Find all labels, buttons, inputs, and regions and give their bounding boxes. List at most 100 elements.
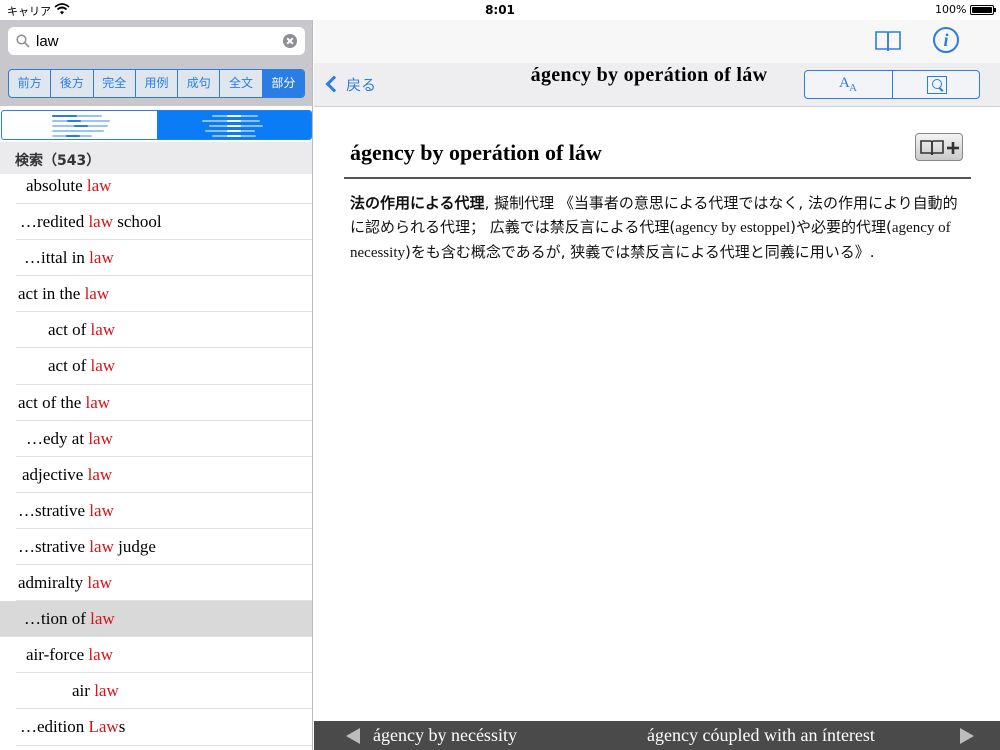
- result-prefix: …ittal in: [24, 248, 90, 268]
- result-prefix: air: [72, 681, 95, 701]
- prev-entry-link[interactable]: ágency by necéssity: [373, 725, 517, 746]
- result-prefix: …edition: [20, 717, 89, 737]
- clear-icon[interactable]: [283, 34, 297, 48]
- result-highlight: law: [88, 645, 113, 665]
- result-prefix: admiralty: [18, 573, 88, 593]
- cross-reference[interactable]: agency by estoppel: [675, 220, 790, 236]
- view-options: AA: [804, 70, 980, 99]
- next-entry-link[interactable]: ágency cóupled with an ínterest: [647, 725, 875, 746]
- result-text: …edition Laws: [20, 717, 125, 737]
- mode-tab[interactable]: 成句: [178, 70, 221, 97]
- mode-tab[interactable]: 完全: [94, 70, 136, 97]
- document-search-icon: [926, 76, 947, 94]
- entry-headword: ágency by operátion of láw: [350, 140, 602, 165]
- result-suffix: judge: [113, 536, 156, 556]
- result-prefix: act of: [48, 320, 91, 340]
- result-highlight: law: [90, 356, 116, 376]
- result-row[interactable]: air-force law: [16, 637, 312, 674]
- nav-title: ágency by operátion of láw: [530, 64, 768, 86]
- result-highlight: law: [86, 176, 112, 195]
- entry-navigation-bar: ágency by necéssity ágency cóupled with …: [314, 721, 1000, 750]
- mode-tab[interactable]: 前方: [9, 70, 52, 97]
- result-highlight: Law: [88, 717, 119, 737]
- result-text: air-force law: [26, 645, 113, 665]
- detail-pane: i 戻る ágency by operátion of láw AA ágenc…: [314, 20, 1000, 750]
- list-view-button[interactable]: [2, 111, 157, 139]
- result-highlight: law: [88, 428, 113, 448]
- search-box[interactable]: [8, 27, 305, 55]
- definition-translation: 法の作用による代理: [350, 194, 485, 212]
- result-row[interactable]: …strative law judge: [16, 529, 312, 566]
- result-text: admiralty law: [18, 573, 112, 593]
- result-prefix: …edy at: [26, 428, 89, 448]
- result-text: …edy at law: [26, 429, 113, 449]
- entry-definition: 法の作用による代理, 擬制代理 《当事者の意思による代理ではなく, 法の作用によ…: [350, 191, 965, 265]
- definition-text: )をも含む概念であるが, 狭義では禁反言による代理と同義に用いる》.: [404, 243, 875, 261]
- result-row[interactable]: …edition Laws: [16, 709, 312, 746]
- search-icon: [16, 34, 30, 48]
- result-text: …strative law: [18, 501, 114, 521]
- font-size-button[interactable]: AA: [805, 71, 893, 98]
- search-pane: 前方後方完全用例成句全文部分 検索（543）: [0, 20, 313, 750]
- result-row[interactable]: act of law: [16, 312, 312, 349]
- mode-tab[interactable]: 全文: [220, 70, 263, 97]
- result-highlight: law: [87, 464, 113, 484]
- result-text: …redited law school: [20, 212, 162, 232]
- result-suffix: school: [113, 212, 162, 232]
- result-highlight: law: [87, 573, 112, 593]
- result-highlight: law: [89, 500, 114, 520]
- result-row[interactable]: …edy at law: [16, 421, 312, 457]
- book-icon[interactable]: [875, 29, 901, 53]
- result-prefix: air-force: [26, 645, 89, 665]
- result-text: act in the law: [18, 284, 109, 304]
- search-input[interactable]: [36, 30, 276, 52]
- result-row[interactable]: air law: [16, 673, 312, 710]
- search-area: 前方後方完全用例成句全文部分: [0, 20, 312, 106]
- result-text: …ittal in law: [24, 248, 114, 268]
- result-row[interactable]: …tion of law: [0, 601, 312, 638]
- bookmark-add-button[interactable]: [915, 133, 963, 161]
- bookmark-add-icon: [920, 140, 959, 156]
- result-text: adjective law: [22, 465, 112, 485]
- definition-text: )や必要的代理(: [790, 218, 892, 236]
- result-row[interactable]: act of the law: [16, 385, 312, 421]
- result-row[interactable]: act of law: [16, 348, 312, 385]
- result-prefix: act in the: [18, 284, 85, 304]
- result-prefix: …redited: [20, 212, 89, 232]
- result-text: absolute law: [26, 176, 111, 196]
- mode-tab[interactable]: 後方: [51, 70, 94, 97]
- find-in-page-button[interactable]: [893, 71, 980, 98]
- prev-arrow-icon[interactable]: [346, 728, 360, 744]
- view-toggle: [1, 110, 312, 140]
- result-row[interactable]: …redited law school: [16, 204, 312, 241]
- back-button[interactable]: 戻る: [324, 73, 376, 95]
- result-highlight: law: [90, 320, 116, 340]
- back-label: 戻る: [346, 75, 377, 94]
- result-text: act of law: [48, 320, 115, 340]
- result-text: …strative law judge: [18, 537, 156, 557]
- mode-tab[interactable]: 部分: [262, 70, 304, 97]
- mode-tab[interactable]: 用例: [136, 70, 179, 97]
- result-highlight: law: [90, 609, 115, 629]
- result-list[interactable]: absolute law …redited law school …ittal in…: [0, 168, 312, 746]
- result-suffix: s: [118, 717, 126, 737]
- nav-bar: 戻る ágency by operátion of láw AA: [314, 63, 1000, 107]
- result-highlight: law: [84, 284, 110, 304]
- result-row[interactable]: admiralty law: [16, 565, 312, 602]
- result-highlight: law: [94, 681, 119, 701]
- centered-view-button[interactable]: [156, 111, 311, 139]
- top-toolbar: i: [314, 20, 1000, 63]
- result-row[interactable]: act in the law: [16, 276, 312, 313]
- result-row[interactable]: …strative law: [16, 493, 312, 529]
- result-row[interactable]: absolute law: [16, 168, 312, 205]
- status-bar: キャリア 8:01 100%: [0, 0, 1000, 20]
- next-arrow-icon[interactable]: [960, 728, 974, 744]
- result-highlight: law: [85, 392, 111, 412]
- result-row[interactable]: adjective law: [16, 457, 312, 493]
- result-prefix: absolute: [26, 176, 87, 195]
- result-highlight: law: [89, 248, 114, 268]
- result-prefix: …strative: [18, 500, 90, 520]
- info-icon[interactable]: i: [933, 27, 959, 53]
- result-row[interactable]: …ittal in law: [16, 240, 312, 277]
- result-text: air law: [72, 681, 119, 701]
